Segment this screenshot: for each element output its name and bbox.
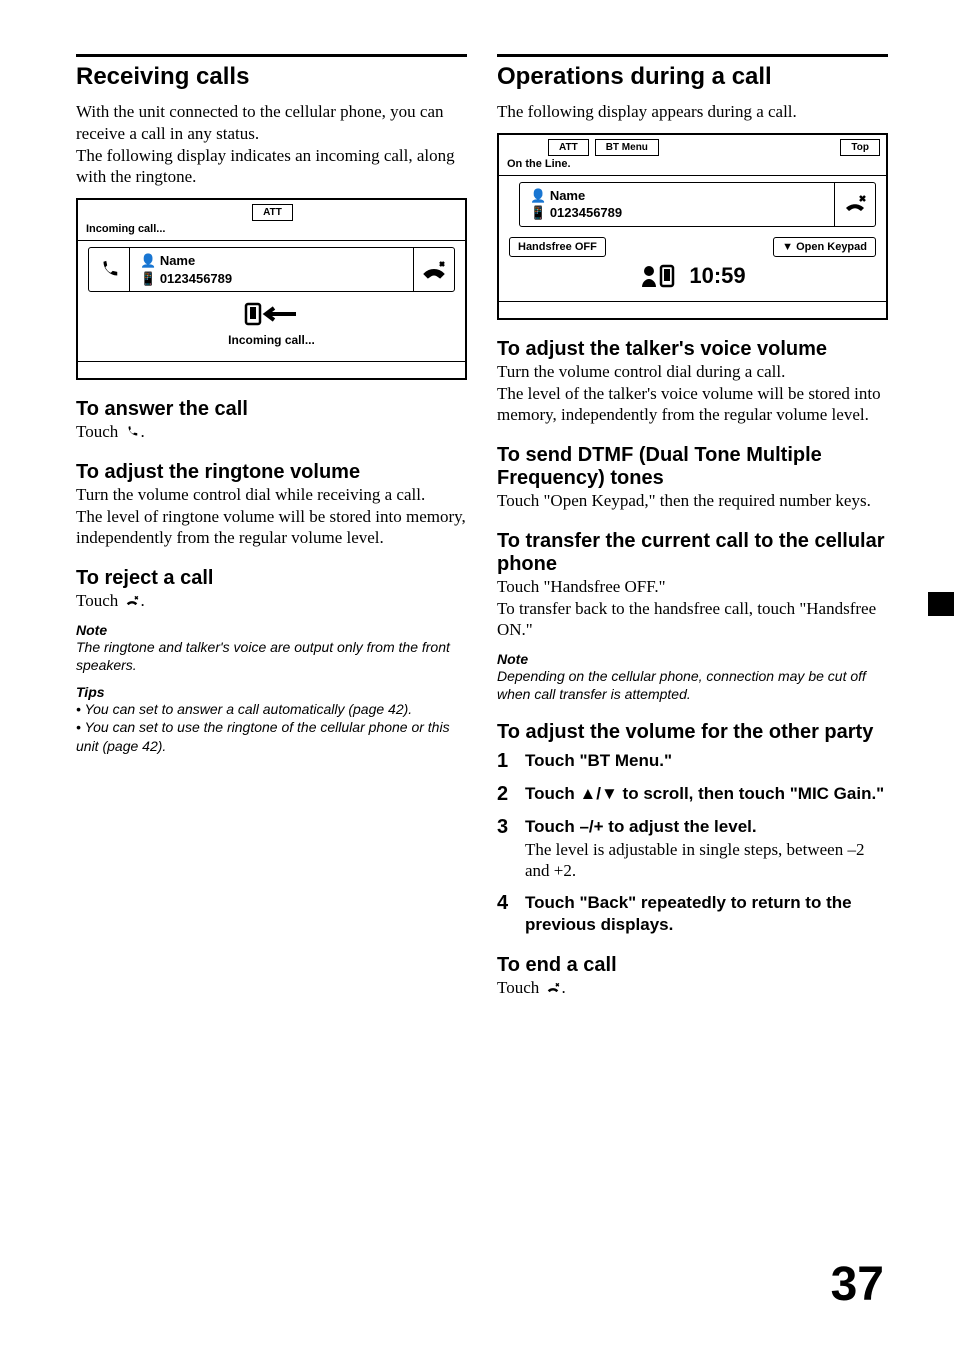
heading-transfer-call: To transfer the current call to the cell… — [497, 530, 888, 576]
note-label: Note — [76, 622, 467, 638]
heading-receiving-calls: Receiving calls — [76, 63, 467, 91]
step-item: 1Touch "BT Menu." — [497, 750, 888, 773]
heading-reject-call: To reject a call — [76, 567, 467, 590]
heading-other-party-volume: To adjust the volume for the other party — [497, 721, 888, 744]
heading-ringtone-volume: To adjust the ringtone volume — [76, 461, 467, 484]
in-call-icon — [639, 263, 679, 289]
step-item: 4Touch "Back" repeatedly to return to th… — [497, 892, 888, 936]
section-rule — [497, 54, 888, 57]
call-time: 10:59 — [689, 263, 745, 289]
person-icon: 👤 — [530, 188, 546, 203]
tip-item: You can set to use the ringtone of the c… — [76, 718, 467, 754]
note-label: Note — [497, 651, 888, 667]
tips-label: Tips — [76, 684, 467, 700]
heading-end-call: To end a call — [497, 954, 888, 977]
top-button[interactable]: Top — [840, 139, 880, 156]
phone-small-icon: 📱 — [530, 205, 546, 220]
note-text: Depending on the cellular phone, connect… — [497, 667, 888, 703]
heading-talker-volume: To adjust the talker's voice volume — [497, 338, 888, 361]
section-rule — [76, 54, 467, 57]
caller-number: 0123456789 — [550, 205, 622, 220]
caller-name: Name — [550, 188, 585, 203]
handsfree-off-button[interactable]: Handsfree OFF — [509, 237, 606, 257]
reject-inline-icon — [123, 594, 141, 608]
incoming-label: Incoming call... — [78, 333, 465, 347]
att-button[interactable]: ATT — [548, 139, 589, 156]
steps-list: 1Touch "BT Menu." 2Touch ▲/▼ to scroll, … — [497, 750, 888, 936]
paragraph: Touch . — [76, 421, 467, 443]
incoming-call-screen: ATT Incoming call... 👤 Name 📱 0123456789 — [76, 198, 467, 380]
bt-menu-button[interactable]: BT Menu — [595, 139, 659, 156]
paragraph: Touch "Open Keypad," then the required n… — [497, 490, 888, 512]
caller-name: Name — [160, 253, 195, 268]
person-icon: 👤 — [140, 253, 156, 268]
open-keypad-button[interactable]: ▼ Open Keypad — [773, 237, 876, 257]
page-edge-tab — [928, 592, 954, 616]
phone-small-icon: 📱 — [140, 271, 156, 286]
reject-icon[interactable] — [414, 258, 454, 282]
caller-info: 👤 Name 📱 0123456789 — [520, 183, 835, 226]
caller-card: 👤 Name 📱 0123456789 — [88, 247, 455, 292]
paragraph: Touch "Handsfree OFF." — [497, 576, 888, 598]
caller-info: 👤 Name 📱 0123456789 — [129, 248, 414, 291]
paragraph: Touch . — [497, 977, 888, 999]
caller-number: 0123456789 — [160, 271, 232, 286]
end-call-inline-icon — [544, 981, 562, 995]
heading-dtmf: To send DTMF (Dual Tone Multiple Frequen… — [497, 444, 888, 490]
step-item: 3Touch –/+ to adjust the level.The level… — [497, 816, 888, 882]
paragraph: The level of ringtone volume will be sto… — [76, 506, 467, 550]
heading-operations-during-call: Operations during a call — [497, 63, 888, 91]
left-column: Receiving calls With the unit connected … — [76, 54, 467, 999]
incoming-indicator: Incoming call... — [78, 300, 465, 347]
heading-answer-call: To answer the call — [76, 398, 467, 421]
answer-inline-icon — [123, 425, 141, 439]
note-text: The ringtone and talker's voice are outp… — [76, 638, 467, 674]
tip-item: You can set to answer a call automatical… — [76, 700, 467, 718]
paragraph: The following display appears during a c… — [497, 101, 888, 123]
paragraph: The following display indicates an incom… — [76, 145, 467, 189]
page-number: 37 — [831, 1257, 884, 1312]
during-call-screen: ATT BT Menu Top On the Line. 👤 Name 📱 01… — [497, 133, 888, 320]
paragraph: To transfer back to the handsfree call, … — [497, 598, 888, 642]
paragraph: Touch . — [76, 590, 467, 612]
caller-card: 👤 Name 📱 0123456789 — [519, 182, 876, 227]
right-column: Operations during a call The following d… — [497, 54, 888, 999]
paragraph: The level of the talker's voice volume w… — [497, 383, 888, 427]
paragraph: Turn the volume control dial while recei… — [76, 484, 467, 506]
status-text: On the Line. — [499, 158, 886, 173]
status-text: Incoming call... — [78, 223, 465, 238]
answer-icon[interactable] — [89, 259, 129, 281]
end-call-icon[interactable] — [835, 192, 875, 216]
paragraph: With the unit connected to the cellular … — [76, 101, 467, 145]
step-item: 2Touch ▲/▼ to scroll, then touch "MIC Ga… — [497, 783, 888, 806]
paragraph: Turn the volume control dial during a ca… — [497, 361, 888, 383]
att-button[interactable]: ATT — [252, 204, 293, 221]
tips-list: You can set to answer a call automatical… — [76, 700, 467, 755]
